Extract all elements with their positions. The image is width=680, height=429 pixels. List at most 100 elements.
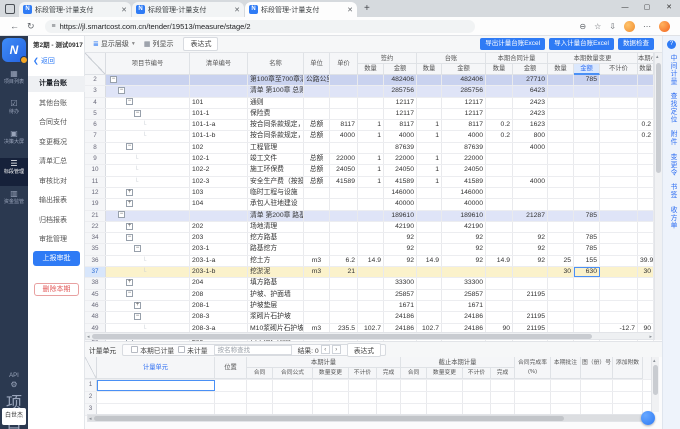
cell-np[interactable] — [600, 98, 638, 108]
column-header[interactable]: 不计价 — [349, 368, 377, 379]
column-header[interactable]: 数量 — [548, 64, 574, 75]
cell-unit[interactable]: m3 — [304, 267, 330, 277]
cell-qs[interactable] — [358, 75, 384, 85]
cell-code[interactable]: 102-3 — [190, 177, 248, 187]
cell-qv[interactable] — [548, 86, 574, 96]
cell-ac[interactable] — [513, 199, 548, 209]
tree-cell[interactable]: + — [106, 222, 190, 232]
column-header[interactable]: 不计价 — [600, 64, 638, 75]
tree-cell[interactable]: − — [106, 143, 190, 153]
main-table-hscrollbar[interactable]: ◂ ▸ — [85, 332, 654, 340]
cell-np[interactable] — [600, 233, 638, 243]
cell-unit[interactable]: m3 — [304, 256, 330, 266]
nav-rail-item-1[interactable]: ▦项目列表 — [0, 68, 28, 96]
cell-empty[interactable] — [247, 392, 273, 403]
cell-code[interactable] — [190, 75, 248, 85]
table-row[interactable]: 38+204填方路基3330033300 — [85, 278, 654, 289]
new-tab-button[interactable]: + — [364, 3, 370, 15]
cell-qs[interactable] — [358, 211, 384, 221]
cell-code[interactable]: 208 — [190, 290, 248, 300]
cell-as[interactable] — [384, 267, 417, 277]
cell-as[interactable]: 87639 — [384, 143, 417, 153]
data-check-button[interactable]: 数据检查 — [618, 38, 654, 50]
row-number[interactable]: 45 — [85, 290, 106, 300]
cell-as[interactable]: 482406 — [384, 75, 417, 85]
table-row[interactable]: 45−208护坡、护面墙258572585721195 — [85, 290, 654, 301]
cell-qx[interactable] — [638, 278, 654, 288]
cell-empty[interactable] — [349, 380, 377, 391]
table-row[interactable]: 21−清单 第200章 路基18961018961021287785 — [85, 211, 654, 222]
cell-empty[interactable] — [491, 380, 515, 391]
cell-at[interactable]: 25857 — [442, 290, 486, 300]
column-header[interactable]: 完成 — [491, 368, 515, 379]
cell-np[interactable] — [600, 267, 638, 277]
collapse-icon[interactable]: − — [110, 76, 117, 83]
cell-empty[interactable] — [273, 392, 313, 403]
bottom-table-row[interactable]: 1 — [85, 380, 651, 392]
sidebar-item-3[interactable]: 合同支付 — [28, 115, 85, 131]
zoom-out-icon[interactable]: ⊖ — [579, 22, 586, 31]
cell-at[interactable]: 24050 — [442, 165, 486, 175]
cell-qt[interactable] — [417, 75, 442, 85]
expand-icon[interactable]: + — [126, 279, 133, 286]
cell-unit[interactable] — [304, 98, 330, 108]
cell-name[interactable]: 承包人驻地建设 — [248, 199, 304, 209]
cell-qx[interactable] — [638, 143, 654, 153]
cell-empty[interactable] — [401, 392, 427, 403]
cell-ac[interactable]: 4000 — [513, 177, 548, 187]
cell-qs[interactable]: 1 — [358, 177, 384, 187]
cell-ac[interactable]: 1623 — [513, 120, 548, 130]
cell-price[interactable] — [330, 312, 358, 322]
row-number[interactable]: 3 — [85, 86, 106, 96]
cell-qs[interactable] — [358, 86, 384, 96]
cell-at[interactable]: 42190 — [442, 222, 486, 232]
table-row[interactable]: 37└203-1-b挖淤泥m3213063030 — [85, 267, 654, 278]
cell-qs[interactable] — [358, 199, 384, 209]
cell-name[interactable]: 路基挖方 — [248, 244, 304, 254]
expand-icon[interactable]: + — [126, 223, 133, 230]
cell-empty[interactable] — [581, 392, 613, 403]
cell-empty[interactable] — [551, 392, 581, 403]
cell-at[interactable]: 87639 — [442, 143, 486, 153]
cell-qx[interactable]: 0.2 — [638, 131, 654, 141]
cell-unit[interactable]: 总额 — [304, 120, 330, 130]
column-header[interactable]: 金额 — [574, 64, 600, 75]
help-icon[interactable]: ? — [667, 40, 676, 49]
cell-qx[interactable]: 30 — [638, 267, 654, 277]
cell-qc[interactable] — [486, 278, 513, 288]
cell-ac[interactable] — [513, 154, 548, 164]
cell-qt[interactable] — [417, 312, 442, 322]
cell-price[interactable] — [330, 211, 358, 221]
cell-price[interactable] — [330, 244, 358, 254]
cell-qx[interactable] — [638, 86, 654, 96]
row-number[interactable]: 36 — [85, 256, 106, 266]
display-level-menu[interactable]: ≣显示层级▼ — [93, 39, 136, 49]
cell-qc[interactable] — [486, 109, 513, 119]
tree-cell[interactable]: └ — [106, 120, 190, 130]
column-header[interactable]: 合同完成率(%) — [515, 357, 551, 379]
cell-qs[interactable] — [358, 98, 384, 108]
cell-qv[interactable] — [548, 312, 574, 322]
cell-as[interactable]: 92 — [384, 256, 417, 266]
cell-qc[interactable] — [486, 75, 513, 85]
tab-search-icon[interactable] — [5, 4, 15, 14]
cell-qv[interactable]: 30 — [548, 267, 574, 277]
tree-cell[interactable]: − — [106, 312, 190, 322]
cell-empty[interactable] — [273, 380, 313, 391]
cell-qc[interactable] — [486, 177, 513, 187]
cell-price[interactable] — [330, 222, 358, 232]
cell-name[interactable]: 工程管理 — [248, 143, 304, 153]
cell-av[interactable] — [574, 131, 600, 141]
cell-at[interactable]: 41589 — [442, 177, 486, 187]
cell-code[interactable]: 101 — [190, 98, 248, 108]
cell-ac[interactable]: 21195 — [513, 290, 548, 300]
cell-ac[interactable]: 92 — [513, 256, 548, 266]
cell-at[interactable]: 285756 — [442, 86, 486, 96]
column-header[interactable]: 数量 — [638, 64, 654, 75]
cell-qv[interactable] — [548, 278, 574, 288]
row-number[interactable]: 6 — [85, 120, 106, 130]
sidebar-item-2[interactable]: 其他台账 — [28, 96, 85, 112]
cell-av[interactable] — [574, 109, 600, 119]
cell-unit[interactable] — [304, 278, 330, 288]
collapse-icon[interactable]: − — [126, 98, 133, 105]
